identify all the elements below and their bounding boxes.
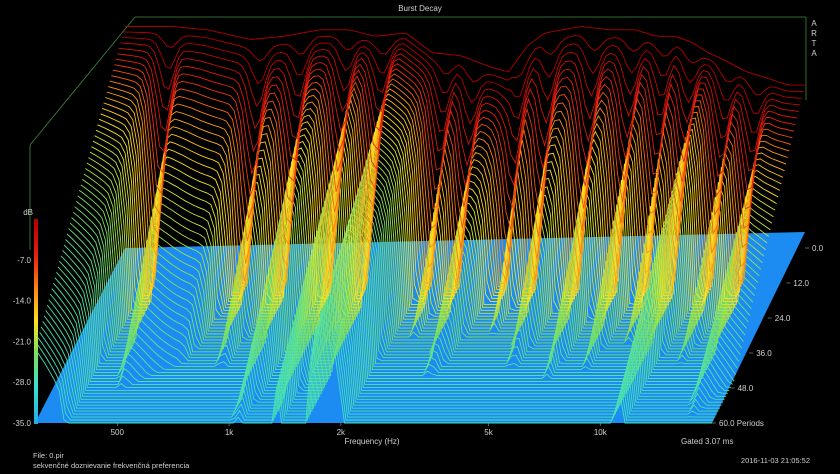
depth-tick-label: 48.0	[738, 384, 754, 393]
depth-tick-label: 60.0 Periods	[719, 419, 764, 428]
z-tick-label: -7.0	[17, 256, 31, 265]
z-tick-label: -35.0	[13, 419, 32, 428]
depth-tick-label: 36.0	[756, 349, 772, 358]
decay-slice	[118, 47, 799, 153]
gated-label: Gated 3.07 ms	[681, 437, 733, 446]
z-axis-ticks: -7.0 -14.0 -21.0 -28.0 -35.0	[13, 256, 32, 428]
burst-decay-chart: Burst Decay dB ARTA -7.0-14.0-21.0-28.0-…	[13, 4, 824, 470]
depth-tick-label: 24.0	[775, 314, 791, 323]
x-tick-label: 1k	[225, 428, 234, 437]
z-axis-label: dB	[23, 208, 33, 217]
z-tick-label: -14.0	[13, 297, 32, 306]
timestamp-label: 2016-11-03 21:05:52	[741, 456, 810, 465]
file-label: File: 0.pir	[33, 451, 64, 460]
x-tick-label: 2k	[337, 428, 346, 437]
decay-slice	[125, 26, 805, 86]
depth-tick-label: 0.0	[812, 244, 824, 253]
description-label: sekvenčné doznievanie frekvenčná prefere…	[33, 461, 190, 470]
arta-brand: ARTA	[811, 19, 817, 58]
x-tick-label: 500	[111, 428, 125, 437]
z-tick-label: -21.0	[13, 337, 32, 346]
z-tick-label: -28.0	[13, 378, 32, 387]
color-scale-bar	[34, 219, 38, 424]
brand-letter: A	[811, 19, 817, 28]
brand-letter: R	[811, 29, 817, 38]
x-tick-label: 5k	[484, 428, 493, 437]
x-axis-ticks: 500 1k 2k 5k 10k	[111, 423, 608, 437]
brand-letter: A	[811, 49, 817, 58]
depth-tick-label: 12.0	[793, 279, 809, 288]
x-tick-label: 10k	[594, 428, 608, 437]
brand-letter: T	[812, 39, 817, 48]
chart-title: Burst Decay	[398, 4, 442, 13]
x-axis-label: Frequency (Hz)	[344, 437, 399, 446]
